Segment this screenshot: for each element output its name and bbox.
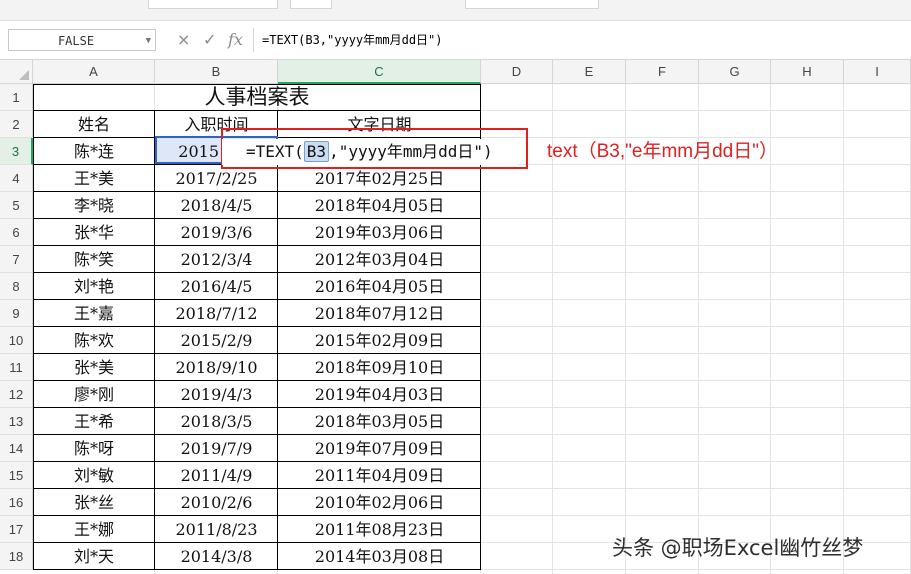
- watermark: 头条 @职场Excel幽竹丝梦: [612, 536, 864, 560]
- cell-text-date[interactable]: 2014年03月08日: [278, 543, 481, 570]
- cell-hire-date[interactable]: 2019/7/9: [155, 435, 278, 462]
- cell-name[interactable]: 张*丝: [33, 489, 155, 516]
- cell-name[interactable]: 刘*艳: [33, 273, 155, 300]
- cell-text-date[interactable]: 2018年07月12日: [278, 300, 481, 327]
- cell-name[interactable]: 廖*刚: [33, 381, 155, 408]
- cell-name[interactable]: 王*娜: [33, 516, 155, 543]
- cell-text-date[interactable]: 2018年03月05日: [278, 408, 481, 435]
- cell-name[interactable]: 王*美: [33, 165, 155, 192]
- cell-name[interactable]: 张*华: [33, 219, 155, 246]
- chevron-down-icon[interactable]: ▼: [146, 30, 151, 52]
- cell-name[interactable]: 刘*敏: [33, 462, 155, 489]
- row-header-14[interactable]: 14: [0, 435, 33, 462]
- gridline: [843, 84, 844, 574]
- row-header-7[interactable]: 7: [0, 246, 33, 273]
- row-header-11[interactable]: 11: [0, 354, 33, 381]
- cell-hire-date[interactable]: 2016/4/5: [155, 273, 278, 300]
- sheet-title[interactable]: 人事档案表: [33, 84, 481, 111]
- column-header-e[interactable]: E: [553, 60, 626, 84]
- editor-suffix: ,"yyyy年mm月dd日"): [329, 142, 493, 161]
- cell-name[interactable]: 刘*天: [33, 543, 155, 570]
- editor-prefix: =TEXT(: [246, 142, 304, 161]
- row-header-13[interactable]: 13: [0, 408, 33, 435]
- cancel-icon[interactable]: ×: [177, 30, 190, 50]
- name-box[interactable]: FALSE ▼: [8, 29, 156, 51]
- cell-name[interactable]: 陈*连: [33, 138, 155, 165]
- cell-text-date[interactable]: 2011年04月09日: [278, 462, 481, 489]
- cell-text-date[interactable]: 2012年03月04日: [278, 246, 481, 273]
- cell-name[interactable]: 陈*欢: [33, 327, 155, 354]
- cell-text-date[interactable]: 2011年08月23日: [278, 516, 481, 543]
- ribbon-control[interactable]: [148, 0, 278, 9]
- cell-hire-date[interactable]: 2018/9/10: [155, 354, 278, 381]
- ribbon-control[interactable]: [465, 0, 599, 9]
- cell-hire-date[interactable]: 2018/3/5: [155, 408, 278, 435]
- formula-input[interactable]: =TEXT(B3,"yyyy年mm月dd日"): [253, 28, 911, 52]
- cell-name[interactable]: 李*晓: [33, 192, 155, 219]
- select-all-corner[interactable]: [0, 60, 33, 84]
- row-header-2[interactable]: 2: [0, 111, 33, 138]
- cell-text-date[interactable]: 2018年09月10日: [278, 354, 481, 381]
- column-header-h[interactable]: H: [771, 60, 844, 84]
- row-header-3[interactable]: 3: [0, 138, 33, 165]
- name-box-value: FALSE: [57, 34, 95, 48]
- in-cell-formula-editor[interactable]: =TEXT(B3 ,"yyyy年mm月dd日"): [222, 139, 518, 165]
- fx-icon[interactable]: fx: [228, 30, 243, 50]
- cell-name[interactable]: 陈*呀: [33, 435, 155, 462]
- cell-name[interactable]: 陈*笑: [33, 246, 155, 273]
- cell-text-date[interactable]: 2019年07月09日: [278, 435, 481, 462]
- cell-text-date[interactable]: 2019年04月03日: [278, 381, 481, 408]
- row-header-16[interactable]: 16: [0, 489, 33, 516]
- cell-name[interactable]: 王*希: [33, 408, 155, 435]
- column-header-i[interactable]: I: [844, 60, 911, 84]
- column-header-c[interactable]: C: [278, 60, 481, 84]
- row-header-12[interactable]: 12: [0, 381, 33, 408]
- cell-hire-date[interactable]: 2011/4/9: [155, 462, 278, 489]
- cell-text-date[interactable]: 2019年03月06日: [278, 219, 481, 246]
- row-header-5[interactable]: 5: [0, 192, 33, 219]
- cell-name[interactable]: 王*嘉: [33, 300, 155, 327]
- annotation-text: text（B3,"e年mm月dd日"）: [547, 141, 778, 162]
- column-header-d[interactable]: D: [481, 60, 553, 84]
- column-header-g[interactable]: G: [699, 60, 771, 84]
- cell-text-date[interactable]: 2010年02月06日: [278, 489, 481, 516]
- cell-text-date[interactable]: 2015年02月09日: [278, 327, 481, 354]
- row-header-8[interactable]: 8: [0, 273, 33, 300]
- cell-hire-date[interactable]: 2018/4/5: [155, 192, 278, 219]
- cell-name[interactable]: 张*美: [33, 354, 155, 381]
- cell-hire-date[interactable]: 2012/3/4: [155, 246, 278, 273]
- column-header-a[interactable]: A: [33, 60, 155, 84]
- formula-bar: FALSE ▼ × ✓ fx =TEXT(B3,"yyyy年mm月dd日"): [0, 21, 911, 60]
- cell-hire-date[interactable]: 2018/7/12: [155, 300, 278, 327]
- cell-hire-date[interactable]: 2011/8/23: [155, 516, 278, 543]
- row-header-4[interactable]: 4: [0, 165, 33, 192]
- cell-hire-date[interactable]: 2015/2/9: [155, 327, 278, 354]
- cell-hire-date[interactable]: 2017/2/25: [155, 165, 278, 192]
- cell-reference: B3: [303, 141, 330, 162]
- cell-text-date[interactable]: 2018年04月05日: [278, 192, 481, 219]
- cell-hire-date[interactable]: 2014/3/8: [155, 543, 278, 570]
- row-header-6[interactable]: 6: [0, 219, 33, 246]
- cell-hire-date[interactable]: 2019/4/3: [155, 381, 278, 408]
- ribbon-strip: [0, 0, 911, 21]
- row-header-17[interactable]: 17: [0, 516, 33, 543]
- row-header-18[interactable]: 18: [0, 543, 33, 570]
- header-name[interactable]: 姓名: [33, 111, 155, 138]
- cell-text-date[interactable]: 2016年04月05日: [278, 273, 481, 300]
- ribbon-control[interactable]: [290, 0, 332, 9]
- cell-text-date[interactable]: 2017年02月25日: [278, 165, 481, 192]
- cell-hire-date[interactable]: 2015: [155, 138, 221, 165]
- cell-hire-date[interactable]: 2019/3/6: [155, 219, 278, 246]
- cell-hire-date[interactable]: 2010/2/6: [155, 489, 278, 516]
- column-header-b[interactable]: B: [155, 60, 278, 84]
- row-header-9[interactable]: 9: [0, 300, 33, 327]
- row-header-10[interactable]: 10: [0, 327, 33, 354]
- row-header-15[interactable]: 15: [0, 462, 33, 489]
- confirm-icon[interactable]: ✓: [203, 30, 216, 50]
- row-header-1[interactable]: 1: [0, 84, 33, 111]
- column-header-f[interactable]: F: [626, 60, 699, 84]
